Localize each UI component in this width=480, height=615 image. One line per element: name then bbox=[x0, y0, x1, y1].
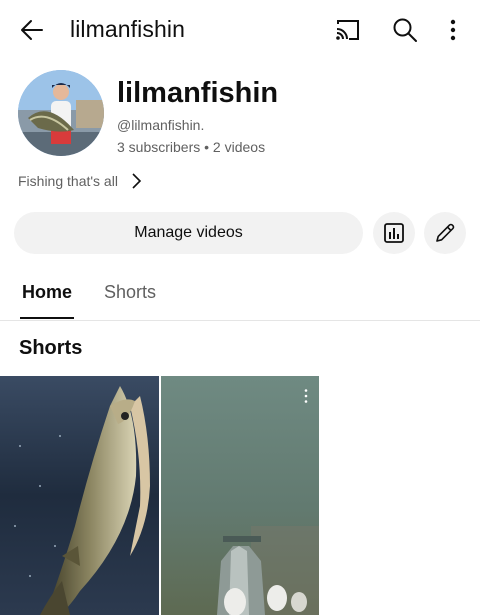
tab-shorts[interactable]: Shorts bbox=[104, 282, 156, 303]
manage-videos-button[interactable]: Manage videos bbox=[14, 212, 363, 254]
back-arrow-icon[interactable] bbox=[18, 16, 46, 44]
search-icon[interactable] bbox=[391, 16, 419, 44]
channel-tabs: Home Shorts bbox=[0, 265, 480, 321]
more-vertical-icon[interactable] bbox=[303, 388, 309, 404]
more-vertical-icon[interactable] bbox=[442, 16, 464, 44]
short-thumbnail-1[interactable] bbox=[0, 376, 159, 615]
shorts-section-title: Shorts bbox=[19, 337, 83, 359]
channel-avatar[interactable] bbox=[18, 70, 104, 156]
edit-channel-button[interactable] bbox=[424, 212, 466, 254]
channel-name: lilmanfishin bbox=[117, 77, 279, 109]
channel-description-text: Fishing that's all bbox=[18, 173, 118, 189]
top-app-bar: lilmanfishin bbox=[0, 0, 480, 60]
channel-description[interactable]: Fishing that's all bbox=[18, 172, 142, 190]
channel-handle: @lilmanfishin. bbox=[117, 117, 205, 133]
analytics-icon bbox=[384, 223, 404, 243]
channel-stats: 3 subscribers • 2 videos bbox=[117, 139, 266, 155]
chevron-right-icon bbox=[132, 173, 142, 189]
app-bar-title: lilmanfishin bbox=[70, 16, 185, 42]
tab-home[interactable]: Home bbox=[22, 282, 72, 303]
analytics-button[interactable] bbox=[373, 212, 415, 254]
selected-tab-indicator bbox=[20, 317, 74, 319]
pencil-icon bbox=[436, 223, 455, 242]
short-thumbnail-2[interactable] bbox=[161, 376, 319, 615]
cast-icon[interactable] bbox=[334, 17, 362, 43]
